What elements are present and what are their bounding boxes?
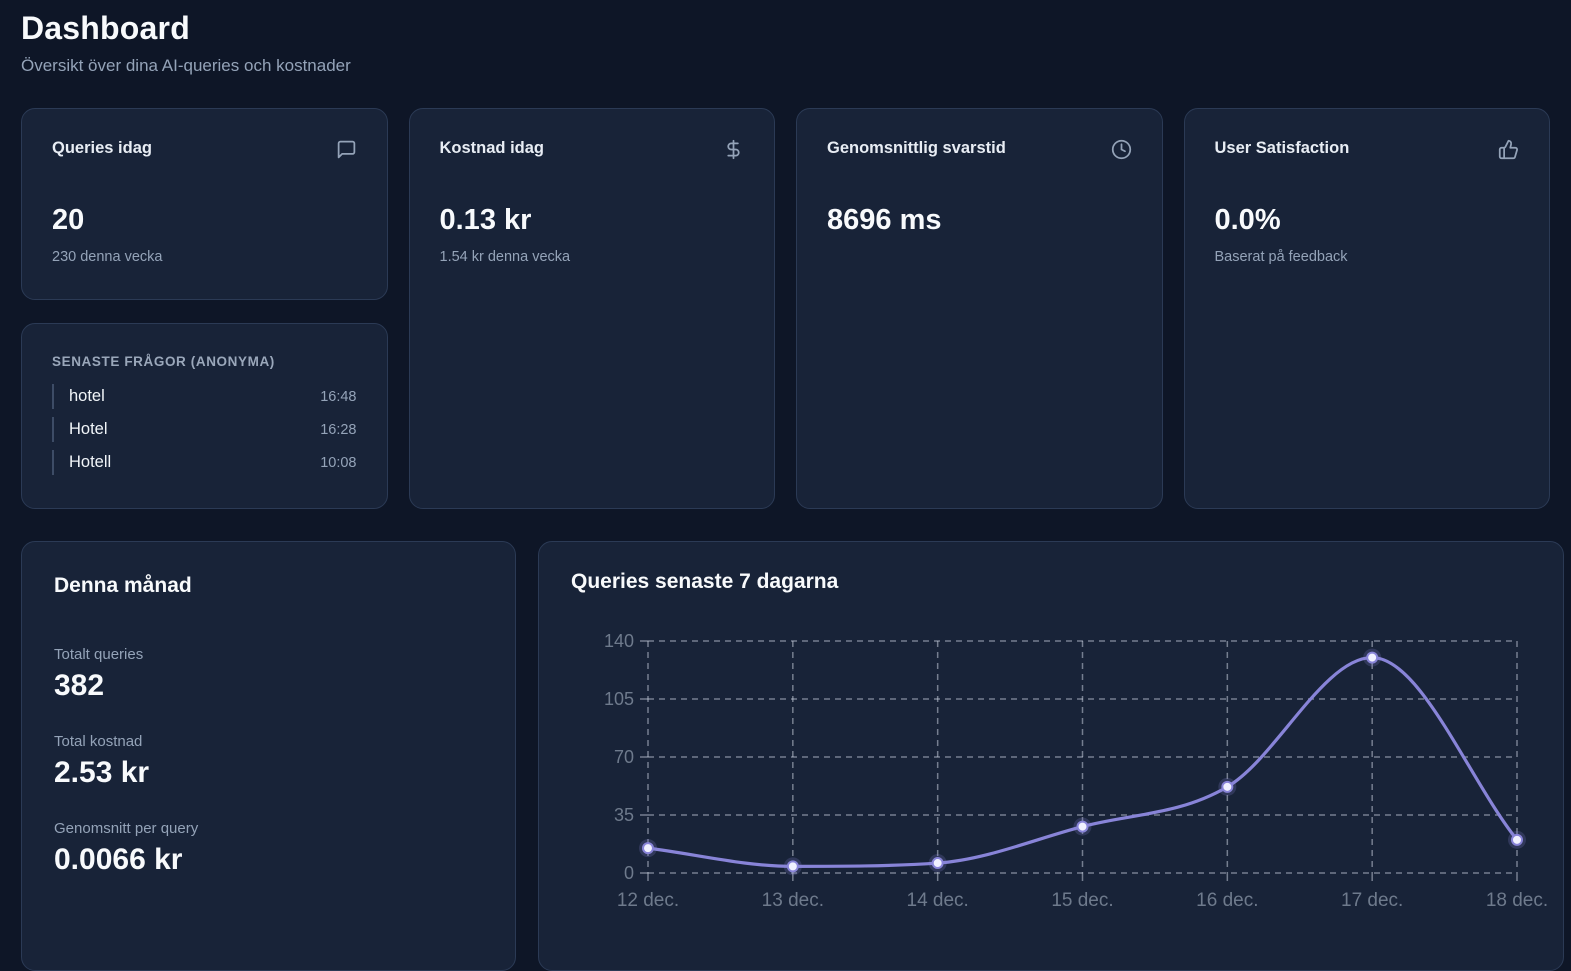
y-axis-label: 35 <box>614 805 634 825</box>
stat-card-label: Kostnad idag <box>439 139 545 157</box>
stat-card-label: Queries idag <box>52 139 152 157</box>
y-axis-label: 0 <box>624 863 634 883</box>
stat-card-header: User Satisfaction <box>1215 139 1520 160</box>
query-text: Hotell <box>69 453 112 471</box>
recent-queries-title: SENASTE FRÅGOR (ANONYMA) <box>52 354 275 369</box>
queries-chart-title: Queries senaste 7 dagarna <box>571 570 839 593</box>
x-axis-label: 16 dec. <box>1196 890 1258 911</box>
page-title: Dashboard <box>21 10 190 46</box>
x-axis-label: 14 dec. <box>907 890 969 911</box>
month-summary-stats: Totalt queries 382 Total kostnad 2.53 kr… <box>54 646 483 877</box>
x-axis-label: 12 dec. <box>617 890 679 911</box>
recent-queries-card: SENASTE FRÅGOR (ANONYMA) hotel 16:48 Hot… <box>21 323 388 509</box>
query-list-item: Hotell 10:08 <box>52 450 357 475</box>
y-axis-label: 70 <box>614 747 634 767</box>
x-axis-label: 17 dec. <box>1341 890 1403 911</box>
page-header: Dashboard Översikt över dina AI-queries … <box>21 10 1550 76</box>
thumbs-up-icon <box>1498 139 1519 160</box>
first-column: Queries idag 20 230 denna vecka SENASTE … <box>21 108 388 509</box>
stat-card-cost-today: Kostnad idag 0.13 kr 1.54 kr denna vecka <box>408 108 775 509</box>
month-stat-label: Totalt queries <box>54 646 144 663</box>
stat-card-label: User Satisfaction <box>1214 139 1350 157</box>
chart-dot[interactable] <box>931 857 944 870</box>
chart-dot[interactable] <box>1511 833 1523 846</box>
clock-icon <box>1111 139 1132 160</box>
query-time: 16:28 <box>320 421 357 438</box>
month-stat-value: 0.0066 kr <box>54 843 183 876</box>
x-axis-label: 13 dec. <box>762 890 824 911</box>
chart-dot[interactable] <box>1366 651 1379 664</box>
month-stat-value: 2.53 kr <box>54 756 150 789</box>
chart-dot[interactable] <box>786 860 799 873</box>
month-stat: Genomsnitt per query 0.0066 kr <box>54 820 483 877</box>
query-time: 10:08 <box>320 454 357 471</box>
stat-card-header: Kostnad idag <box>440 139 745 160</box>
message-square-icon <box>336 139 357 160</box>
chart-dot[interactable] <box>642 842 654 855</box>
stat-card-header: Queries idag <box>52 139 357 160</box>
query-time: 16:48 <box>320 388 357 405</box>
stat-card-value: 8696 ms <box>827 204 942 236</box>
stat-card-subtext: 230 denna vecka <box>52 249 163 265</box>
stat-card-subtext: Baserat på feedback <box>1214 249 1348 265</box>
query-list-item: hotel 16:48 <box>52 384 357 409</box>
stat-card-label: Genomsnittlig svarstid <box>827 139 1006 157</box>
queries-chart-card: Queries senaste 7 dagarna 0 35 70 105 140 12 … <box>538 541 1564 971</box>
stat-card-value: 0.13 kr <box>439 204 532 236</box>
stat-cards-section: Queries idag 20 230 denna vecka SENASTE … <box>21 108 1550 509</box>
month-summary-title: Denna månad <box>54 574 192 597</box>
stat-card-user-satisfaction: User Satisfaction 0.0% Baserat på feedba… <box>1183 108 1550 509</box>
x-axis-label: 18 dec. <box>1486 890 1548 911</box>
stat-card-header: Genomsnittlig svarstid <box>827 139 1132 160</box>
month-summary-card: Denna månad Totalt queries 382 Total kos… <box>21 541 516 971</box>
x-axis-label: 15 dec. <box>1051 890 1113 911</box>
queries-line-chart: 0 35 70 105 140 12 dec. 13 dec. 14 dec. 15 dec. 1… <box>604 631 1548 911</box>
query-text: hotel <box>69 387 105 405</box>
recent-queries-list: hotel 16:48 Hotel 16:28 Hotell 10:08 <box>52 384 357 475</box>
stat-card-subtext: 1.54 kr denna vecka <box>439 249 571 265</box>
bottom-section: Denna månad Totalt queries 382 Total kos… <box>21 541 1564 971</box>
month-stat: Totalt queries 382 <box>54 646 483 703</box>
y-axis-label: 105 <box>604 689 634 709</box>
query-list-item: Hotel 16:28 <box>52 417 357 442</box>
month-stat-label: Genomsnitt per query <box>54 820 199 837</box>
query-text: Hotel <box>69 420 108 438</box>
y-axis-label: 140 <box>604 631 634 651</box>
month-stat-label: Total kostnad <box>54 733 143 750</box>
stat-card-avg-response-time: Genomsnittlig svarstid 8696 ms <box>796 108 1163 509</box>
month-stat: Total kostnad 2.53 kr <box>54 733 483 790</box>
stat-card-value: 0.0% <box>1214 204 1281 236</box>
month-stat-value: 382 <box>54 669 105 702</box>
page-subtitle: Översikt över dina AI-queries och kostna… <box>21 56 351 75</box>
stat-card-value: 20 <box>52 204 85 236</box>
chart-dot[interactable] <box>1076 820 1089 833</box>
chart-dot[interactable] <box>1221 780 1234 793</box>
stat-card-queries-today: Queries idag 20 230 denna vecka <box>21 108 388 300</box>
dollar-sign-icon <box>723 139 744 160</box>
